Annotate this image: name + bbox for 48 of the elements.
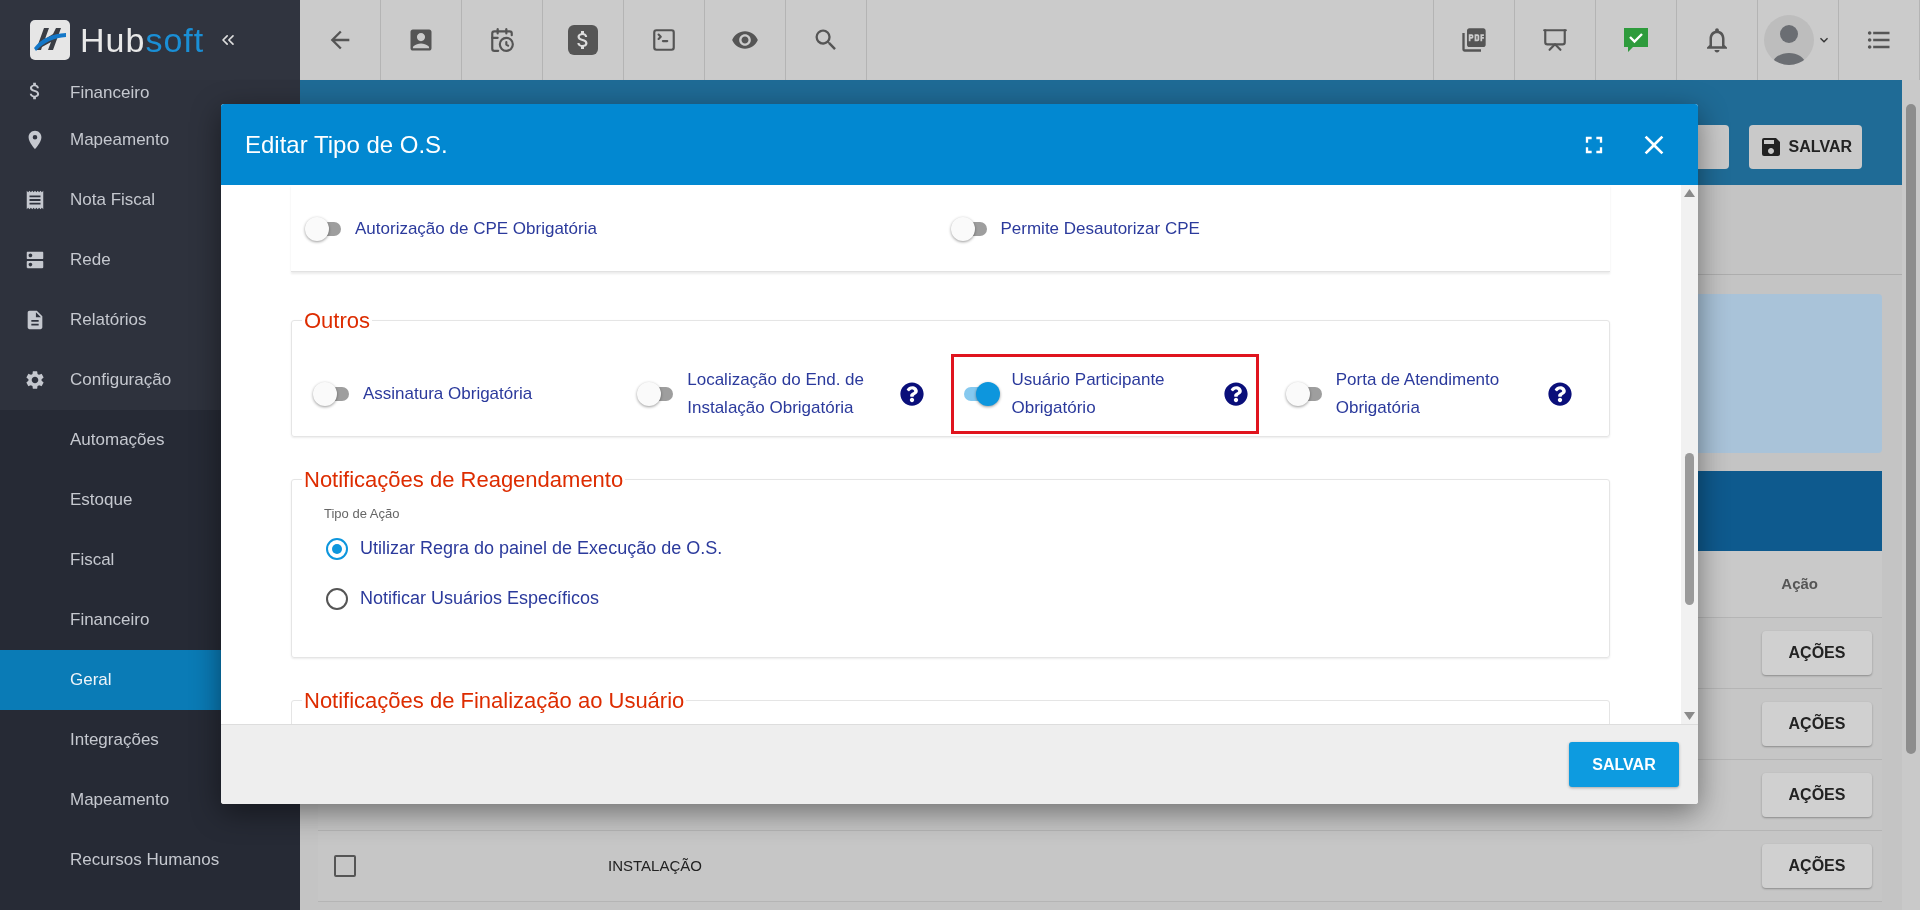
- actions-button[interactable]: AÇÕES: [1762, 844, 1872, 888]
- radio-button[interactable]: [326, 537, 348, 560]
- terminal-icon: [651, 27, 677, 53]
- column-header: Ação: [1781, 573, 1818, 594]
- actions-button[interactable]: AÇÕES: [1762, 702, 1872, 746]
- toggle-label: Assinatura Obrigatória: [363, 383, 534, 405]
- help-icon[interactable]: [899, 382, 924, 406]
- avatar-icon: [1764, 15, 1814, 65]
- field-label: Tipo de Ação: [324, 505, 401, 523]
- row-checkbox[interactable]: [334, 855, 356, 877]
- scroll-thumb[interactable]: [1685, 453, 1694, 605]
- logo-icon: [30, 20, 70, 60]
- actions-button[interactable]: AÇÕES: [1762, 773, 1872, 817]
- calendar-clock-icon: [489, 27, 515, 53]
- chat-check-icon: [1621, 25, 1651, 55]
- settings-icon: [24, 369, 46, 391]
- help-icon[interactable]: [1548, 382, 1572, 406]
- scroll-thumb[interactable]: [1906, 104, 1916, 754]
- table-cell-text: INSTALAÇÃO: [608, 855, 702, 876]
- section-title: Outros: [303, 307, 372, 335]
- actions-button[interactable]: AÇÕES: [1762, 631, 1872, 675]
- scroll-down-icon[interactable]: [1684, 712, 1695, 720]
- radio-button[interactable]: [326, 587, 348, 610]
- pdf-icon: [1460, 26, 1488, 54]
- toggle-switch[interactable]: [1285, 382, 1324, 406]
- dialog-scrollbar[interactable]: [1681, 185, 1698, 724]
- help-icon[interactable]: [1223, 382, 1248, 406]
- toggle-switch[interactable]: [313, 382, 351, 406]
- toggle-label: Autorização de CPE Obrigatória: [355, 218, 597, 241]
- sidebar-item[interactable]: Financeiro: [0, 80, 300, 110]
- brand-name: Hubsoft: [80, 23, 205, 57]
- save-button[interactable]: SALVAR: [1748, 125, 1862, 169]
- dollar-icon: [568, 25, 598, 55]
- radio-label: Notificar Usuários Específicos: [360, 587, 600, 610]
- toggle-label: Localização do End. de Instalação Obrigatória: [687, 369, 865, 419]
- section-title: Notificações de Reagendamento: [303, 466, 625, 494]
- server-icon: [24, 249, 46, 271]
- toggle-switch[interactable]: [950, 217, 989, 241]
- radio-label: Utilizar Regra do painel de Execução de O.S.: [360, 537, 723, 560]
- section-title: Notificações de Finalização ao Usuário: [303, 687, 686, 715]
- receipt-icon: [24, 189, 46, 211]
- toggle-label: Permite Desautorizar CPE: [1000, 218, 1200, 241]
- scroll-up-icon[interactable]: [1684, 189, 1695, 197]
- board-icon: [1542, 27, 1568, 53]
- page-scrollbar[interactable]: [1902, 80, 1920, 910]
- toggle-label: Porta de Atendimento Obrigatória: [1335, 369, 1501, 419]
- toggle-switch[interactable]: [305, 217, 343, 241]
- toggle-label: Usuário Participante Obrigatório: [1011, 369, 1166, 419]
